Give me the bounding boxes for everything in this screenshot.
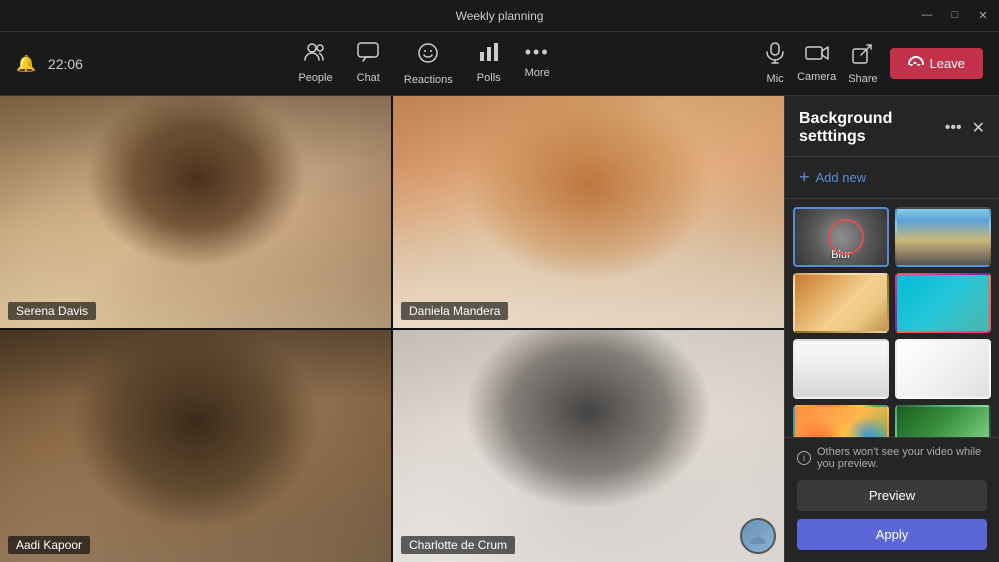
bg-thumb-green[interactable]: [895, 405, 991, 437]
video-inner-serena: Serena Davis: [0, 96, 391, 328]
participant-label-daniela: Daniela Mandera: [401, 302, 508, 320]
participant-label-serena: Serena Davis: [8, 302, 96, 320]
preview-note: i Others won't see your video while you …: [797, 446, 987, 470]
chat-label: Chat: [357, 72, 380, 84]
minimize-button[interactable]: —: [919, 9, 935, 22]
people-icon: [304, 42, 326, 68]
toolbar-chat[interactable]: Chat: [357, 42, 380, 86]
leave-label: Leave: [930, 56, 965, 71]
more-label: More: [525, 67, 550, 79]
toolbar-more[interactable]: ••• More: [525, 42, 550, 86]
share-button[interactable]: Share: [848, 42, 877, 85]
chat-icon: [357, 42, 379, 68]
bg-panel-footer: i Others won't see your video while you …: [785, 437, 999, 562]
bg-thumb-city[interactable]: [895, 207, 991, 267]
toolbar-people[interactable]: People: [298, 42, 332, 86]
bg-thumb-grid: Blur: [793, 207, 991, 437]
bg-thumb-blur[interactable]: Blur: [793, 207, 889, 267]
mic-icon: [765, 42, 785, 70]
bell-icon[interactable]: 🔔: [16, 54, 36, 74]
people-label: People: [298, 72, 332, 84]
person-overlay-3: [0, 330, 391, 562]
add-new-plus: +: [799, 167, 810, 188]
bg-panel-controls: ••• ✕: [945, 118, 985, 138]
camera-button[interactable]: Camera: [797, 44, 836, 83]
video-cell-serena: Serena Davis: [0, 96, 391, 328]
title-bar: Weekly planning — □ ✕: [0, 0, 999, 32]
toolbar-left: 🔔 22:06: [16, 54, 83, 74]
light-room-overlay: [795, 341, 887, 397]
city-overlay: [897, 209, 989, 265]
reactions-icon: [417, 42, 439, 70]
toolbar-right: Mic Camera Share: [765, 42, 983, 85]
participant-label-charlotte: Charlotte de Crum: [401, 536, 515, 554]
add-new-button[interactable]: + Add new: [785, 157, 999, 199]
phone-icon: [908, 56, 924, 71]
apply-button[interactable]: Apply: [797, 519, 987, 550]
bg-panel-header: Background setttings ••• ✕: [785, 96, 999, 157]
window-title: Weekly planning: [456, 9, 544, 23]
bg-thumb-colorful[interactable]: [895, 273, 991, 333]
maximize-button[interactable]: □: [947, 9, 963, 22]
polls-label: Polls: [477, 72, 501, 84]
mic-button[interactable]: Mic: [765, 42, 785, 85]
video-cell-charlotte: Charlotte de Crum: [393, 330, 784, 562]
preview-note-text: Others won't see your video while you pr…: [817, 446, 987, 470]
green-overlay: [897, 407, 989, 437]
white-room-overlay: [897, 341, 989, 397]
mic-label: Mic: [767, 73, 784, 85]
person-overlay-4: [393, 330, 784, 562]
toolbar-reactions[interactable]: Reactions: [404, 42, 453, 86]
title-bar-controls: — □ ✕: [919, 9, 991, 22]
video-grid: Serena Davis Daniela Mandera Aadi Kapoor: [0, 96, 784, 562]
self-avatar: [740, 518, 776, 554]
blur-label: Blur: [831, 249, 851, 261]
video-inner-aadi: Aadi Kapoor: [0, 330, 391, 562]
add-new-label: Add new: [816, 170, 867, 185]
bg-thumb-light-room[interactable]: [793, 339, 889, 399]
colorful-overlay: [897, 275, 989, 331]
bg-overlay-1: [0, 96, 391, 328]
camera-label: Camera: [797, 71, 836, 83]
toolbar-center: People Chat Reactions: [83, 42, 765, 86]
video-cell-daniela: Daniela Mandera: [393, 96, 784, 328]
bg-thumb-balloons[interactable]: [793, 405, 889, 437]
office1-overlay: [795, 275, 887, 331]
video-inner-charlotte: Charlotte de Crum: [393, 330, 784, 562]
reactions-label: Reactions: [404, 74, 453, 86]
bg-thumbnails-area: Blur: [785, 199, 999, 437]
share-label: Share: [848, 73, 877, 85]
video-inner-daniela: Daniela Mandera: [393, 96, 784, 328]
info-icon: i: [797, 451, 811, 465]
more-icon: •••: [525, 42, 550, 63]
participant-label-aadi: Aadi Kapoor: [8, 536, 90, 554]
close-button[interactable]: ✕: [975, 9, 991, 22]
bg-panel-title: Background setttings: [799, 110, 945, 146]
bg-panel-more-button[interactable]: •••: [945, 119, 962, 137]
video-cell-aadi: Aadi Kapoor: [0, 330, 391, 562]
call-time: 22:06: [48, 56, 83, 72]
main-area: Serena Davis Daniela Mandera Aadi Kapoor: [0, 96, 999, 562]
preview-button[interactable]: Preview: [797, 480, 987, 511]
polls-icon: [478, 42, 500, 68]
toolbar: 🔔 22:06 People Chat: [0, 32, 999, 96]
background-panel: Background setttings ••• ✕ + Add new Blu…: [784, 96, 999, 562]
balloons-overlay: [795, 407, 887, 437]
bg-thumb-office1[interactable]: [793, 273, 889, 333]
toolbar-polls[interactable]: Polls: [477, 42, 501, 86]
bg-panel-close-button[interactable]: ✕: [972, 118, 985, 138]
share-icon: [852, 42, 874, 70]
person-overlay-2: [393, 96, 784, 328]
bg-thumb-white-room[interactable]: [895, 339, 991, 399]
leave-button[interactable]: Leave: [890, 48, 983, 79]
camera-icon: [805, 44, 829, 68]
